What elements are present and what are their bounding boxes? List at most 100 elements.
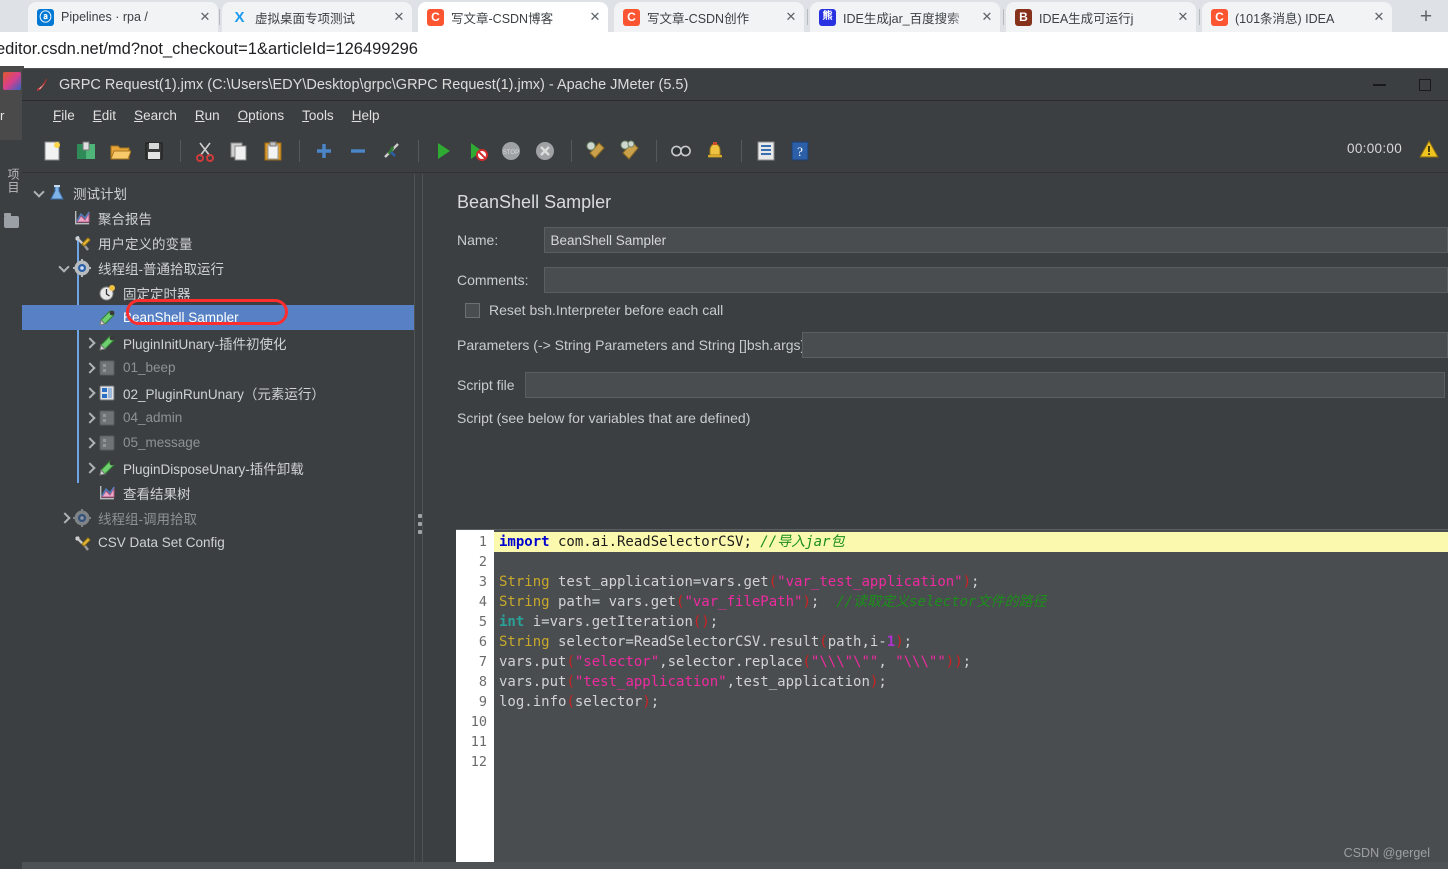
line-number: 10 (470, 714, 487, 730)
close-icon[interactable]: ✕ (196, 8, 214, 26)
start-icon[interactable] (427, 135, 459, 167)
menu-item-tools[interactable]: Tools (293, 106, 343, 125)
function-helper-icon[interactable] (750, 135, 782, 167)
expand-all-icon[interactable] (308, 135, 340, 167)
tree-item-4[interactable]: 固定定时器 (22, 280, 414, 305)
menu-item-run[interactable]: Run (186, 106, 229, 125)
tree-item-8[interactable]: 02_PluginRunUnary（元素运行） (22, 380, 414, 405)
new-tab-button[interactable]: + (1412, 4, 1440, 30)
browser-tab[interactable]: B IDEA生成可运行j ✕ (1006, 2, 1196, 32)
clear-all-icon[interactable] (614, 135, 646, 167)
jmeter-title-text: GRPC Request(1).jmx (C:\Users\EDY\Deskto… (59, 76, 689, 93)
tree-item-10[interactable]: 05_message (22, 430, 414, 455)
code-line[interactable] (494, 732, 1448, 752)
code-line[interactable] (494, 712, 1448, 732)
chevron-right-icon[interactable] (55, 505, 73, 530)
folder-icon[interactable] (4, 213, 19, 228)
shutdown-icon[interactable] (529, 135, 561, 167)
user-variables-icon (73, 234, 91, 252)
warning-triangle-icon[interactable] (1418, 139, 1440, 159)
code-line[interactable]: String selector=ReadSelectorCSV.result(p… (494, 632, 1448, 652)
tree-item-12[interactable]: 查看结果树 (22, 480, 414, 505)
tree-item-13[interactable]: 线程组-调用拾取 (22, 505, 414, 530)
code-line[interactable]: String test_application=vars.get("var_te… (494, 572, 1448, 592)
start-no-timers-icon[interactable] (461, 135, 493, 167)
reset-interpreter-row[interactable]: Reset bsh.Interpreter before each call (425, 302, 1448, 318)
menu-item-file[interactable]: File (44, 106, 84, 125)
collapse-all-icon[interactable] (342, 135, 374, 167)
close-icon[interactable]: ✕ (390, 8, 408, 26)
maximize-button[interactable] (1402, 69, 1448, 101)
code-line[interactable]: log.info(selector); (494, 692, 1448, 712)
code-line[interactable]: int i=vars.getIteration(); (494, 612, 1448, 632)
tree-item-6[interactable]: PluginInitUnary-插件初使化 (22, 330, 414, 355)
tree-item-1[interactable]: 聚合报告 (22, 205, 414, 230)
script-file-input[interactable] (525, 372, 1445, 398)
browser-tab[interactable]: C 写文章-CSDN创作 ✕ (614, 2, 804, 32)
chevron-right-icon[interactable] (80, 430, 98, 455)
code-line[interactable] (494, 552, 1448, 572)
tree-item-5[interactable]: BeanShell Sampler (22, 305, 414, 330)
new-icon[interactable] (36, 135, 68, 167)
menu-item-search[interactable]: Search (125, 106, 186, 125)
controller-icon (98, 434, 116, 452)
script-code-editor[interactable]: 1 2 3 4 5 6 7 8 9 10 11 12 import com.ai.ReadSelect… (456, 529, 1448, 869)
chevron-right-icon[interactable] (80, 355, 98, 380)
paste-icon[interactable] (257, 135, 289, 167)
tree-item-7[interactable]: 01_beep (22, 355, 414, 380)
code-line[interactable]: import com.ai.ReadSelectorCSV; //导入jar包 (494, 532, 1448, 552)
comments-input[interactable] (543, 267, 1448, 293)
menu-item-edit[interactable]: Edit (84, 106, 125, 125)
save-icon[interactable] (138, 135, 170, 167)
close-icon[interactable]: ✕ (1370, 8, 1388, 26)
code-line[interactable]: vars.put("selector",selector.replace("\\… (494, 652, 1448, 672)
templates-icon[interactable] (70, 135, 102, 167)
menu-item-help[interactable]: Help (343, 106, 389, 125)
tree-item-3[interactable]: 线程组-普通拾取运行 (22, 255, 414, 280)
panel-splitter[interactable] (414, 174, 423, 869)
browser-tab[interactable]: ⓐ Pipelines · rpa / ✕ (28, 2, 218, 32)
code-line[interactable]: vars.put("test_application",test_applica… (494, 672, 1448, 692)
search-icon[interactable] (665, 135, 697, 167)
code-line[interactable] (494, 752, 1448, 772)
chevron-right-icon[interactable] (80, 330, 98, 355)
help-icon[interactable]: ? (784, 135, 816, 167)
minimize-button[interactable] (1356, 69, 1402, 101)
parameters-input[interactable] (802, 332, 1448, 358)
test-plan-tree[interactable]: 测试计划 聚合报告 用户定义的变量 线程组-普通拾取运行 固定定时器 BeanShell … (22, 174, 414, 869)
browser-address-bar[interactable]: editor.csdn.net/md?not_checkout=1&articl… (0, 32, 1448, 66)
chevron-down-icon[interactable] (55, 255, 73, 280)
browser-tab[interactable]: C (101条消息) IDEA ✕ (1202, 2, 1392, 32)
chevron-down-icon[interactable] (30, 180, 48, 205)
tree-item-14[interactable]: CSV Data Set Config (22, 530, 414, 555)
reset-interpreter-checkbox[interactable] (465, 302, 480, 318)
close-icon[interactable]: ✕ (586, 8, 604, 26)
browser-tab[interactable]: 熊 IDE生成jar_百度搜索 ✕ (810, 2, 1000, 32)
cut-icon[interactable] (189, 135, 221, 167)
menu-item-options[interactable]: Options (229, 106, 294, 125)
chevron-right-icon[interactable] (80, 455, 98, 480)
close-icon[interactable]: ✕ (978, 8, 996, 26)
browser-tab[interactable]: C 写文章-CSDN博客 ✕ (418, 2, 608, 32)
stop-icon[interactable]: STOP (495, 135, 527, 167)
editor-code-area[interactable]: import com.ai.ReadSelectorCSV; //导入jar包 … (494, 530, 1448, 869)
toggle-icon[interactable] (376, 135, 408, 167)
tree-item-2[interactable]: 用户定义的变量 (22, 230, 414, 255)
clear-icon[interactable] (580, 135, 612, 167)
tree-item-9[interactable]: 04_admin (22, 405, 414, 430)
close-icon[interactable]: ✕ (1174, 8, 1192, 26)
name-input[interactable]: BeanShell Sampler (543, 227, 1448, 253)
open-icon[interactable] (104, 135, 136, 167)
tree-item-0[interactable]: 测试计划 (22, 180, 414, 205)
chevron-right-icon[interactable] (80, 380, 98, 405)
chevron-right-icon[interactable] (80, 405, 98, 430)
address-bar-url[interactable]: editor.csdn.net/md?not_checkout=1&articl… (0, 40, 418, 59)
close-icon[interactable]: ✕ (782, 8, 800, 26)
browser-tab[interactable]: X 虚拟桌面专项测试 ✕ (222, 2, 412, 32)
search-reset-icon[interactable] (699, 135, 731, 167)
ide-project-tool-label[interactable]: 项目 (2, 168, 22, 194)
copy-icon[interactable] (223, 135, 255, 167)
splitter-grip-icon[interactable] (418, 514, 422, 538)
code-line[interactable]: String path= vars.get("var_filePath"); /… (494, 592, 1448, 612)
tree-item-11[interactable]: PluginDisposeUnary-插件卸载 (22, 455, 414, 480)
